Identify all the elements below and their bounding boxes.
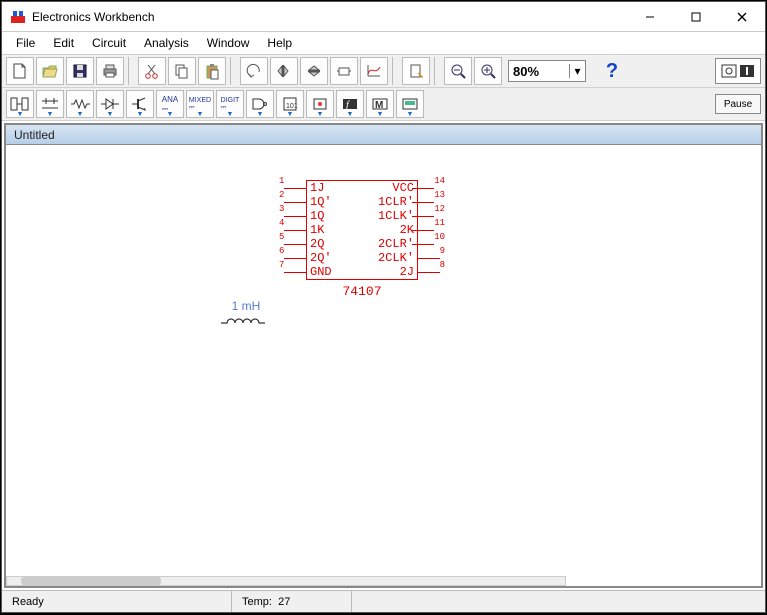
diode-bin[interactable]: ▼ — [96, 90, 124, 118]
svg-text:M: M — [375, 100, 383, 111]
main-toolbar: ▾ ? — [2, 54, 765, 88]
workspace: Untitled 1 mH 1 2 3 4 5 — [4, 123, 763, 588]
ic-label: 74107 — [306, 284, 418, 299]
inductor-component[interactable]: 1 mH — [221, 299, 271, 327]
ic-right-pins: 14 13 12 11 10 9 8 — [412, 181, 445, 279]
ic-component[interactable]: 1 2 3 4 5 6 7 14 13 12 11 10 — [306, 180, 418, 299]
cut-button[interactable] — [138, 57, 166, 85]
mixed-ic-bin[interactable]: MIXED⎓▼ — [186, 90, 214, 118]
zoom-in-button[interactable] — [474, 57, 502, 85]
analog-ic-bin[interactable]: ANA⎓▼ — [156, 90, 184, 118]
svg-text:f: f — [346, 100, 350, 111]
window-title: Electronics Workbench — [32, 10, 627, 24]
menu-file[interactable]: File — [8, 34, 43, 52]
copy-button[interactable] — [168, 57, 196, 85]
properties-button[interactable] — [402, 57, 430, 85]
graph-button[interactable] — [360, 57, 388, 85]
transistor-bin[interactable]: ▼ — [126, 90, 154, 118]
zoom-input[interactable] — [509, 64, 569, 79]
status-ready: Ready — [2, 591, 232, 612]
app-window: Electronics Workbench File Edit Circuit … — [1, 1, 766, 613]
close-button[interactable] — [719, 2, 765, 32]
save-button[interactable] — [66, 57, 94, 85]
zoom-dropdown[interactable]: ▾ — [569, 64, 585, 78]
menu-bar: File Edit Circuit Analysis Window Help — [2, 32, 765, 54]
h-scrollbar[interactable] — [6, 570, 761, 586]
document-tab[interactable]: Untitled — [6, 125, 761, 145]
ic-left-pins: 1 2 3 4 5 6 7 — [279, 181, 306, 279]
status-empty — [352, 591, 765, 612]
misc-bin[interactable]: M▼ — [366, 90, 394, 118]
sources-bin[interactable]: ▼ — [6, 90, 34, 118]
open-button[interactable] — [36, 57, 64, 85]
menu-help[interactable]: Help — [259, 34, 300, 52]
canvas[interactable]: 1 mH 1 2 3 4 5 6 7 — [6, 145, 761, 586]
status-bar: Ready Temp: 27 — [2, 590, 765, 612]
basic-bin[interactable]: ▼ — [36, 90, 64, 118]
document-title: Untitled — [14, 128, 55, 142]
help-button[interactable]: ? — [598, 57, 626, 85]
menu-analysis[interactable]: Analysis — [136, 34, 197, 52]
new-button[interactable] — [6, 57, 34, 85]
indicator-bin[interactable]: ▼ — [306, 90, 334, 118]
print-button[interactable] — [96, 57, 124, 85]
app-icon — [10, 9, 26, 25]
digital-bin[interactable]: 101▼ — [276, 90, 304, 118]
logic-gate-bin[interactable]: ▼ — [246, 90, 274, 118]
component-toolbar: ▼ ▼ ▼ ▼ ▼ ANA⎓▼ MIXED⎓▼ DIGIT⎓▼ ▼ 101▼ ▼… — [2, 88, 765, 121]
flip-v-button[interactable] — [300, 57, 328, 85]
instrument-bin[interactable]: ▼ — [396, 90, 424, 118]
resistor-bin[interactable]: ▼ — [66, 90, 94, 118]
inductor-value: 1 mH — [221, 299, 271, 313]
flip-h-button[interactable] — [270, 57, 298, 85]
maximize-button[interactable] — [673, 2, 719, 32]
title-bar: Electronics Workbench — [2, 2, 765, 32]
rotate-button[interactable] — [240, 57, 268, 85]
paste-button[interactable] — [198, 57, 226, 85]
digital-ic-bin[interactable]: DIGIT⎓▼ — [216, 90, 244, 118]
status-temp: Temp: 27 — [232, 591, 352, 612]
subcircuit-button[interactable] — [330, 57, 358, 85]
menu-window[interactable]: Window — [199, 34, 258, 52]
zoom-out-button[interactable] — [444, 57, 472, 85]
power-switch[interactable] — [715, 58, 761, 84]
menu-edit[interactable]: Edit — [45, 34, 82, 52]
zoom-combo[interactable]: ▾ — [508, 60, 586, 82]
inductor-icon — [221, 315, 271, 327]
svg-text:101: 101 — [286, 103, 298, 110]
control-bin[interactable]: f▼ — [336, 90, 364, 118]
pause-button[interactable]: Pause — [715, 94, 761, 114]
minimize-button[interactable] — [627, 2, 673, 32]
menu-circuit[interactable]: Circuit — [84, 34, 134, 52]
ic-body: 1 2 3 4 5 6 7 14 13 12 11 10 — [306, 180, 418, 280]
